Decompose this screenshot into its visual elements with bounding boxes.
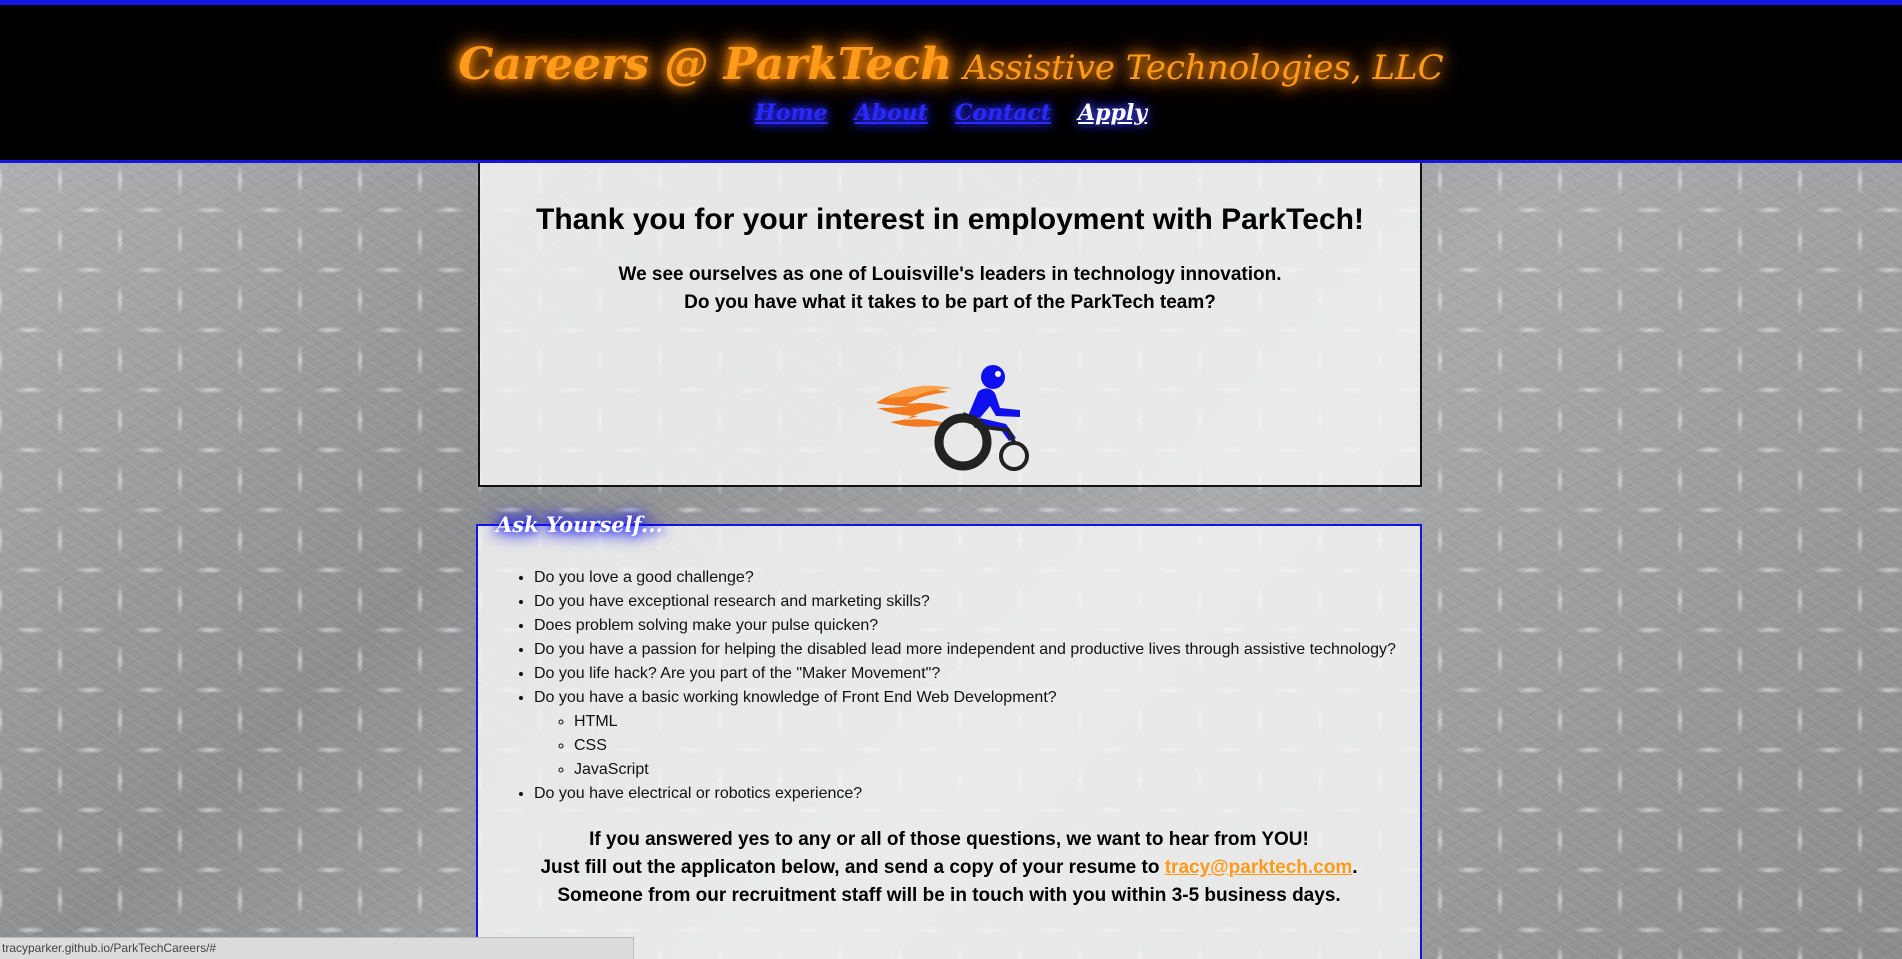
skill-item: CSS (574, 734, 1420, 758)
intro-line-1: We see ourselves as one of Louisville's … (618, 264, 1282, 285)
closing-line-1: If you answered yes to any or all of tho… (589, 829, 1309, 850)
list-item: Do you have a passion for helping the di… (534, 638, 1420, 662)
closing-line-2-post: . (1352, 857, 1358, 878)
closing-text: If you answered yes to any or all of tho… (478, 826, 1420, 910)
list-item: Does problem solving make your pulse qui… (534, 614, 1420, 638)
list-item: Do you love a good challenge? (534, 566, 1420, 590)
intro-text: We see ourselves as one of Louisville's … (480, 261, 1420, 317)
site-title-sub: Assistive Technologies, LLC (963, 48, 1444, 88)
site-title: Careers @ ParkTech Assistive Technologie… (0, 5, 1902, 94)
browser-status-bar: tracyparker.github.io/ParkTechCareers/# (0, 937, 634, 959)
list-item: Do you have a basic working knowledge of… (534, 686, 1420, 782)
list-item-text: Do you have a basic working knowledge of… (534, 689, 1057, 706)
list-item: Do you have exceptional research and mar… (534, 590, 1420, 614)
status-url: tracyparker.github.io/ParkTechCareers/# (2, 941, 217, 955)
closing-line-2-pre: Just fill out the applicaton below, and … (540, 857, 1160, 878)
intro-line-2: Do you have what it takes to be part of … (684, 292, 1216, 313)
nav-link-contact[interactable]: Contact (955, 100, 1051, 126)
site-header: Careers @ ParkTech Assistive Technologie… (0, 0, 1902, 163)
email-link[interactable]: tracy@parktech.com (1165, 857, 1353, 878)
intro-heading: Thank you for your interest in employmen… (536, 203, 1364, 236)
skill-sublist: HTML CSS JavaScript (534, 710, 1420, 782)
site-title-main: Careers @ ParkTech (458, 39, 953, 90)
nav-link-apply[interactable]: Apply (1078, 100, 1147, 126)
closing-line-3: Someone from our recruitment staff will … (557, 885, 1341, 906)
wheelchair-racer-icon (876, 365, 1029, 471)
ask-yourself-legend: Ask Yourself... (496, 512, 663, 537)
ask-yourself-fieldset: Ask Yourself... Do you love a good chall… (476, 512, 1422, 959)
nav-link-about[interactable]: About (855, 100, 928, 126)
intro-panel: Thank you for your interest in employmen… (478, 163, 1422, 487)
main-nav: Home About Contact Apply (0, 100, 1902, 126)
question-list: Do you love a good challenge? Do you hav… (478, 566, 1420, 806)
skill-item: JavaScript (574, 758, 1420, 782)
nav-link-home[interactable]: Home (755, 100, 828, 126)
list-item: Do you have electrical or robotics exper… (534, 782, 1420, 806)
skill-item: HTML (574, 710, 1420, 734)
list-item: Do you life hack? Are you part of the "M… (534, 662, 1420, 686)
